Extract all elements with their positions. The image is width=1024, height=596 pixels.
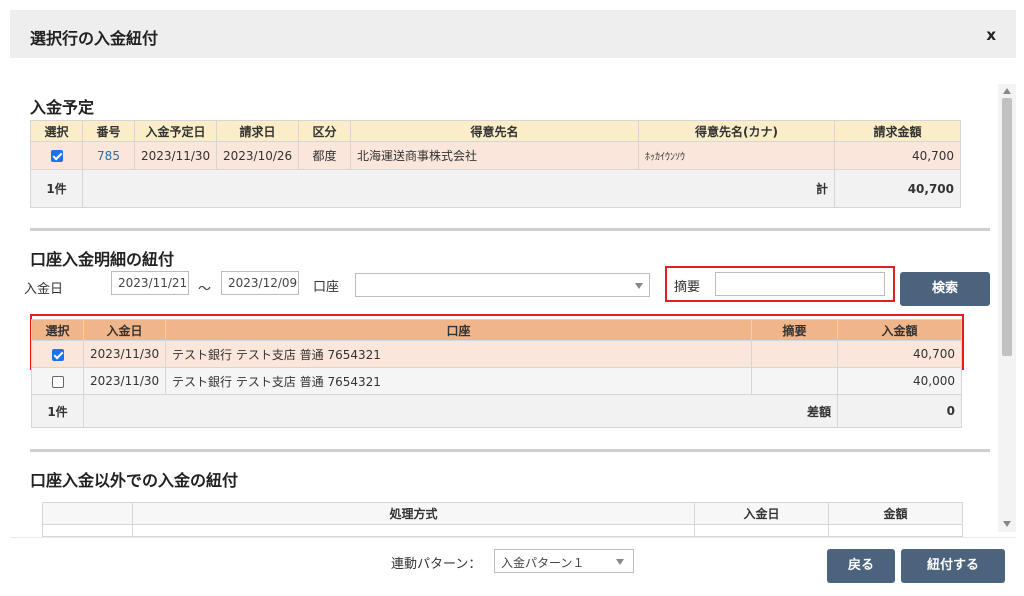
dialog-title: 選択行の入金紐付: [30, 29, 159, 48]
planned-date: 2023/11/30: [134, 141, 217, 170]
other-section-title: 口座入金以外での入金の紐付: [30, 471, 239, 490]
deposit-date: 2023/11/30: [83, 367, 166, 395]
row-cell: [42, 524, 133, 537]
chevron-down-icon: [616, 559, 624, 565]
account-label: 口座: [313, 280, 340, 295]
account-name: テスト銀行 テスト支店 普通 7654321: [165, 367, 752, 395]
section-divider: [30, 228, 990, 231]
col-header: 選択: [31, 319, 84, 341]
chevron-down-icon: [635, 283, 643, 289]
pattern-label: 連動パターン：: [391, 557, 482, 572]
diff-amount: 0: [837, 394, 962, 428]
select-cell: [31, 340, 84, 368]
planned-section-title: 入金予定: [30, 98, 95, 117]
account-section-title: 口座入金明細の紐付: [30, 250, 175, 269]
col-header: 入金額: [837, 319, 962, 341]
col-header: 請求金額: [834, 120, 961, 142]
col-header: 区分: [298, 120, 351, 142]
memo-input[interactable]: [715, 272, 885, 296]
table-row: 2023/11/30 テスト銀行 テスト支店 普通 7654321 40,000: [31, 367, 962, 395]
memo-cell: [751, 340, 838, 368]
account-name: テスト銀行 テスト支店 普通 7654321: [165, 340, 752, 368]
col-header: 入金予定日: [134, 120, 217, 142]
record-count: 1件: [30, 169, 83, 208]
range-separator: ～: [198, 282, 212, 297]
account-select[interactable]: [355, 273, 650, 297]
planned-table-header: 選択 番号 入金予定日 請求日 区分 得意先名 得意先名(カナ) 請求金額: [30, 120, 961, 142]
number-link[interactable]: 785: [82, 141, 135, 170]
dialog-titlebar: 選択行の入金紐付 x: [10, 10, 1016, 58]
date-to-input[interactable]: 2023/12/09: [221, 271, 299, 295]
search-button[interactable]: 検索: [900, 272, 990, 306]
account-table: 選択 入金日 口座 摘要 入金額 2023/11/30 テスト銀行 テスト支店 …: [31, 319, 962, 428]
col-header: 口座: [165, 319, 752, 341]
amount-input-cell[interactable]: [828, 524, 963, 537]
col-header: 処理方式: [132, 502, 695, 525]
method-input-cell[interactable]: [132, 524, 695, 537]
scroll-up-icon[interactable]: [1003, 88, 1011, 94]
row-checkbox[interactable]: [50, 150, 63, 162]
customer-name: 北海運送商事株式会社: [350, 141, 639, 170]
footer-divider: [10, 537, 1016, 538]
link-button[interactable]: 紐付する: [901, 549, 1005, 583]
scroll-down-icon[interactable]: [1003, 521, 1011, 527]
total-label: 計: [82, 169, 835, 208]
close-icon[interactable]: x: [986, 26, 996, 44]
record-count: 1件: [31, 394, 84, 428]
col-header: 金額: [828, 502, 963, 525]
table-row: 785 2023/11/30 2023/10/26 都度 北海運送商事株式会社 …: [30, 141, 961, 170]
scrollbar-thumb[interactable]: [1002, 98, 1012, 356]
memo-cell: [751, 367, 838, 395]
pattern-select[interactable]: 入金パターン１: [494, 549, 634, 573]
select-cell: [31, 367, 84, 395]
dialog-content: 入金予定 選択 番号 入金予定日 請求日 区分 得意先名 得意先名(カナ) 請求…: [10, 58, 1016, 538]
category: 都度: [298, 141, 351, 170]
deposit-amount: 40,000: [837, 367, 962, 395]
row-checkbox[interactable]: [51, 375, 64, 388]
row-checkbox[interactable]: [51, 348, 64, 361]
other-table-header: 処理方式 入金日 金額: [42, 502, 963, 525]
planned-table: 選択 番号 入金予定日 請求日 区分 得意先名 得意先名(カナ) 請求金額 78…: [30, 120, 961, 208]
col-header: 入金日: [83, 319, 166, 341]
col-header: 入金日: [694, 502, 829, 525]
other-table: 処理方式 入金日 金額: [42, 502, 963, 537]
section-divider: [30, 449, 990, 452]
account-table-header: 選択 入金日 口座 摘要 入金額: [31, 319, 962, 341]
col-header: 得意先名(カナ): [638, 120, 835, 142]
memo-label: 摘要: [674, 280, 701, 295]
col-header: 摘要: [751, 319, 838, 341]
back-button[interactable]: 戻る: [827, 549, 895, 583]
col-header: 番号: [82, 120, 135, 142]
billing-date: 2023/10/26: [216, 141, 299, 170]
customer-kana: ﾎｯｶｲｳﾝｿｳ: [638, 141, 835, 170]
table-row: 2023/11/30 テスト銀行 テスト支店 普通 7654321 40,700: [31, 340, 962, 368]
deposit-date: 2023/11/30: [83, 340, 166, 368]
date-from-input[interactable]: 2023/11/21: [111, 271, 189, 295]
col-header: 請求日: [216, 120, 299, 142]
col-header: [42, 502, 133, 525]
planned-summary-row: 1件 計 40,700: [30, 169, 961, 208]
select-cell: [30, 141, 83, 170]
col-header: 選択: [30, 120, 83, 142]
date-input-cell[interactable]: [694, 524, 829, 537]
account-summary-row: 1件 差額 0: [31, 394, 962, 428]
col-header: 得意先名: [350, 120, 639, 142]
date-label: 入金日: [24, 282, 64, 297]
deposit-amount: 40,700: [837, 340, 962, 368]
diff-label: 差額: [83, 394, 838, 428]
billing-amount: 40,700: [834, 141, 961, 170]
total-amount: 40,700: [834, 169, 961, 208]
table-row: [42, 524, 963, 537]
